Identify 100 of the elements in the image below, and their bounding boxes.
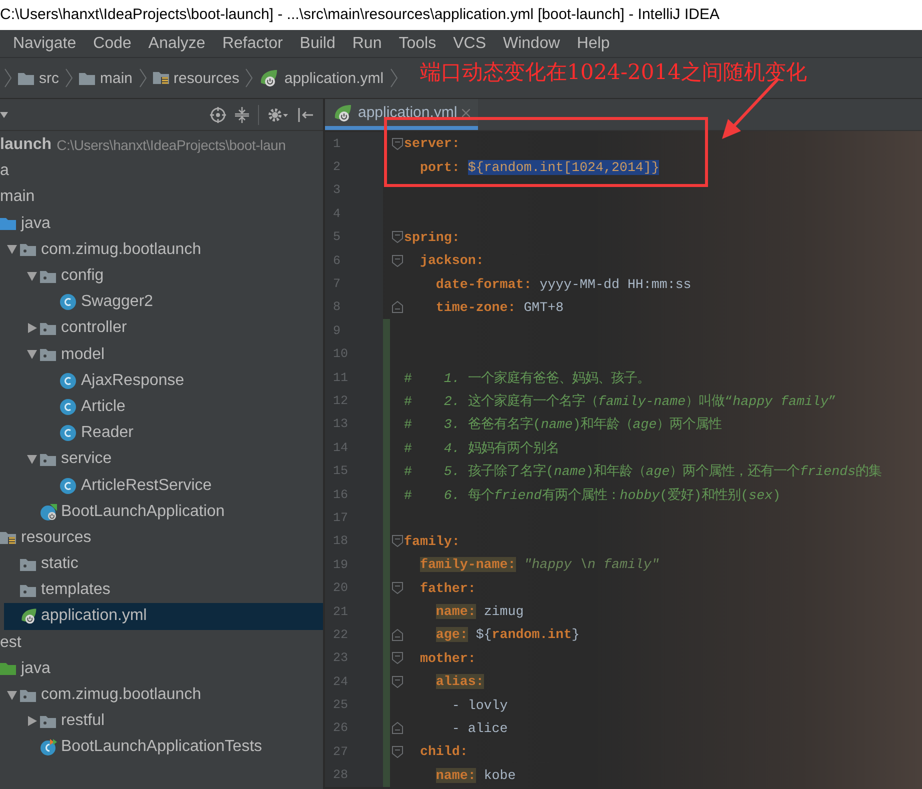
breadcrumb[interactable]: application.yml	[257, 67, 386, 89]
class-icon	[60, 294, 76, 310]
dropdown-caret-icon[interactable]	[0, 112, 8, 118]
tree-item[interactable]: com.zimug.bootlaunch	[4, 236, 323, 263]
editor-tab[interactable]: application.yml	[325, 99, 478, 130]
class-icon	[60, 425, 76, 442]
menu-item[interactable]: Window	[502, 32, 561, 54]
locate-icon[interactable]	[210, 106, 226, 122]
code-line: date-format: yyyy-MM-dd HH:mm:ss	[434, 276, 692, 292]
hide-panel-icon[interactable]	[298, 108, 314, 122]
fold-marker-icon[interactable]	[392, 138, 402, 150]
caret-down-icon[interactable]	[27, 272, 37, 281]
code-line: child:	[418, 744, 468, 760]
package-folder-icon	[20, 558, 36, 571]
close-icon[interactable]	[462, 108, 470, 116]
code-line: # 3. 爸爸有名字(name)和年龄（age）两个属性	[404, 416, 722, 434]
test-folder-icon	[0, 662, 16, 676]
tree-item[interactable]: Swagger2	[44, 289, 323, 316]
tree-item[interactable]: java	[0, 210, 323, 237]
fold-marker-icon[interactable]	[392, 254, 402, 267]
source-folder-icon	[0, 217, 16, 230]
tree-item[interactable]: BootLaunchApplicationTests	[24, 734, 323, 760]
code-line: # 5. 孩子除了名字(name)和年龄（age）两个属性，还有一个friends的集	[404, 462, 882, 480]
tree-item[interactable]: resources	[0, 524, 323, 551]
package-folder-icon	[20, 243, 36, 256]
tree-item[interactable]: controller	[24, 315, 323, 342]
tree-item[interactable]: BootLaunchApplication	[24, 498, 323, 525]
fold-end-icon[interactable]	[392, 722, 402, 734]
tree-item[interactable]: a	[0, 158, 323, 184]
fold-marker-icon[interactable]	[392, 535, 402, 548]
code-line: family:	[404, 534, 460, 549]
settings-icon[interactable]	[267, 106, 289, 122]
tree-item[interactable]: service	[24, 446, 323, 472]
fold-marker-icon[interactable]	[392, 582, 402, 594]
menu-item[interactable]: Navigate	[12, 32, 78, 54]
tree-item[interactable]: java	[0, 656, 323, 682]
app-class-icon	[40, 502, 58, 521]
menu-item[interactable]: Help	[576, 32, 611, 54]
menu-item[interactable]: Analyze	[147, 32, 206, 54]
package-folder-icon	[40, 452, 56, 466]
fold-marker-icon[interactable]	[392, 231, 402, 244]
menu-item[interactable]: VCS	[452, 32, 487, 54]
breadcrumb[interactable]: src	[16, 68, 61, 88]
menu-item[interactable]: Run	[351, 32, 383, 54]
chevron-icon	[138, 68, 147, 88]
folder-icon	[79, 72, 95, 84]
package-folder-icon	[40, 348, 56, 362]
annotation-text: 端口动态变化在1024-2014之间随机变化	[420, 59, 807, 86]
code-line: mother:	[418, 650, 476, 666]
project-path: C:\Users\hanxt\IdeaProjects\boot-laun	[56, 137, 286, 154]
tree-item[interactable]: Reader	[44, 420, 323, 446]
breadcrumb[interactable]: main	[77, 68, 135, 88]
tree-item[interactable]: config	[24, 262, 323, 290]
fold-end-icon[interactable]	[392, 301, 402, 314]
tree-item[interactable]: static	[4, 551, 323, 578]
class-icon	[60, 372, 76, 389]
tree-item[interactable]: restful	[24, 708, 323, 734]
code-line: - lovly	[450, 698, 508, 713]
menu-item[interactable]: Build	[298, 32, 336, 54]
code-line: port: ${random.int[1024,2014]}	[418, 160, 660, 175]
fold-end-icon[interactable]	[392, 628, 402, 641]
tree-item[interactable]: Article	[44, 394, 323, 420]
code-line: name: kobe	[434, 768, 516, 783]
tree-item[interactable]: main	[0, 184, 323, 211]
collapse-all-icon[interactable]	[235, 106, 249, 122]
menu-item[interactable]: Refactor	[221, 32, 284, 54]
resources-folder-icon	[152, 71, 169, 85]
caret-down-icon[interactable]	[27, 454, 37, 464]
fold-marker-icon[interactable]	[392, 746, 402, 758]
menu-item[interactable]: Code	[92, 32, 132, 54]
tree-item[interactable]: AjaxResponse	[44, 368, 323, 394]
package-folder-icon	[20, 688, 36, 702]
chevron-icon	[390, 68, 398, 88]
caret-down-icon[interactable]	[7, 245, 17, 254]
caret-down-icon[interactable]	[7, 690, 17, 700]
code-line: spring:	[404, 230, 460, 245]
fold-marker-icon[interactable]	[392, 652, 402, 664]
code-line: - alice	[450, 720, 508, 736]
tree-item[interactable]: templates	[4, 577, 323, 604]
tree-item[interactable]: ArticleRestService	[44, 472, 323, 499]
tree-item[interactable]: est	[0, 630, 323, 656]
code-line: # 6. 每个friend有两个属性：hobby(爱好)和性别(sex)	[404, 486, 781, 504]
leaf-icon	[333, 104, 353, 122]
tree-item[interactable]: com.zimug.bootlaunch	[4, 682, 323, 708]
breadcrumb[interactable]: resources	[150, 68, 242, 88]
code-line: age: ${random.int}	[434, 627, 580, 642]
tree-item[interactable]: model	[24, 342, 323, 368]
fold-marker-icon[interactable]	[392, 676, 402, 688]
tree-item[interactable]: application.yml	[4, 603, 323, 630]
window-title: C:\Users\hanxt\IdeaProjects\boot-launch] - ...\src\main\resources\application.yml [boot-launch] - IntelliJ IDEA	[0, 5, 720, 25]
caret-down-icon[interactable]	[27, 350, 37, 360]
code-line: father:	[418, 580, 476, 596]
code-line: family-name: "happy \n family"	[418, 557, 660, 572]
chevron-icon	[245, 68, 254, 88]
caret-right-icon[interactable]	[28, 323, 36, 334]
caret-right-icon[interactable]	[28, 716, 36, 726]
tree-item[interactable]: launch C:\Users\hanxt\IdeaProjects\boot-laun	[0, 132, 323, 158]
code-line: server:	[404, 136, 460, 152]
class-icon	[60, 398, 76, 415]
menu-item[interactable]: Tools	[398, 32, 438, 54]
